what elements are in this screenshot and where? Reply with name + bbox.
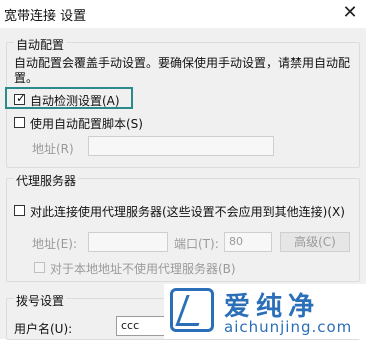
check-icon: ✓ xyxy=(16,91,27,105)
proxy-group-label: 代理服务器 xyxy=(14,172,79,189)
bypass-local-label[interactable]: 对于本地地址不使用代理服务器(B) xyxy=(50,260,236,277)
proxy-address-input[interactable] xyxy=(88,232,168,252)
watermark-logo-icon xyxy=(170,288,214,332)
use-proxy-label[interactable]: 对此连接使用代理服务器(这些设置不会应用到其他连接)(X) xyxy=(30,203,345,220)
watermark: 爱纯净 aichunjing.com xyxy=(164,284,366,339)
use-script-checkbox[interactable] xyxy=(14,117,25,128)
title-bar: 宽带连接 设置 ✕ xyxy=(0,0,366,28)
advanced-button[interactable]: 高级(C) xyxy=(280,232,350,252)
proxy-port-input[interactable]: 80 xyxy=(224,232,272,252)
proxy-port-label: 端口(T): xyxy=(174,237,219,251)
dialup-group-label: 拨号设置 xyxy=(14,292,67,309)
auto-detect-label[interactable]: 自动检测设置(A) xyxy=(30,92,120,109)
use-script-label[interactable]: 使用自动配置脚本(S) xyxy=(30,115,143,132)
close-icon[interactable]: ✕ xyxy=(340,2,360,24)
auto-config-note-line1: 自动配置会覆盖手动设置。要确保使用手动设置，请禁用自动配置。 xyxy=(14,56,351,85)
use-proxy-checkbox[interactable] xyxy=(14,205,25,216)
proxy-address-label: 地址(E): xyxy=(32,237,77,251)
watermark-subtitle: aichunjing.com xyxy=(224,318,353,336)
window-title: 宽带连接 设置 xyxy=(4,9,87,24)
bypass-local-checkbox[interactable] xyxy=(34,262,45,273)
auto-config-group-label: 自动配置 xyxy=(14,36,67,53)
script-address-label: 地址(R) xyxy=(32,142,74,156)
script-address-input[interactable] xyxy=(88,136,274,156)
username-label: 用户名(U): xyxy=(14,322,73,336)
auto-detect-checkbox[interactable]: ✓ xyxy=(14,91,27,105)
